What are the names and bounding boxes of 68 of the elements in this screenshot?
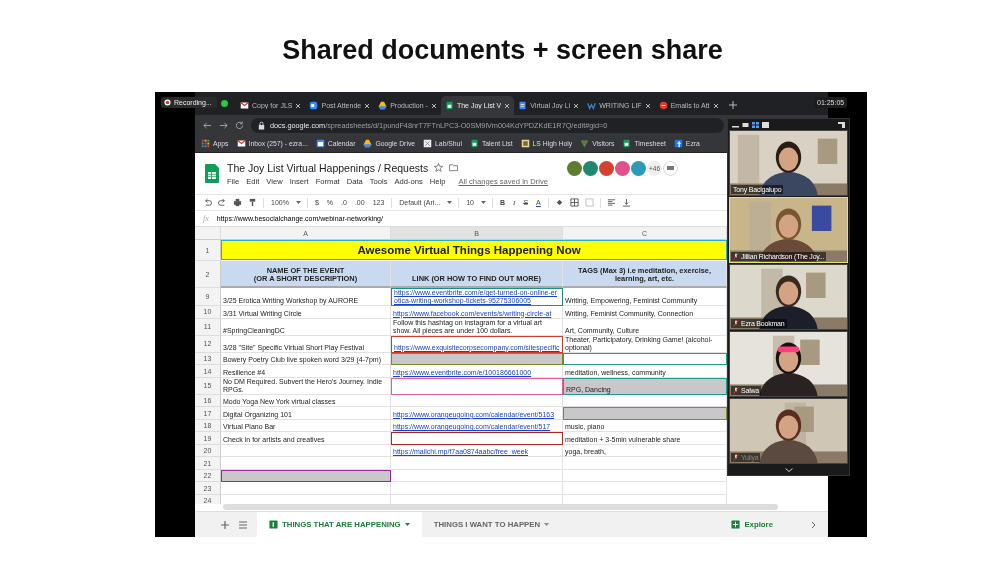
align-icon[interactable] <box>606 198 616 207</box>
tab-favicon-icon <box>518 101 528 110</box>
undo-icon[interactable] <box>203 198 212 207</box>
bookmark-favicon-icon <box>673 139 683 148</box>
close-icon[interactable] <box>644 102 651 109</box>
horizontal-scrollbar[interactable] <box>223 504 778 510</box>
explore-icon <box>731 520 741 529</box>
vertical-align-icon[interactable] <box>621 198 631 207</box>
record-icon <box>164 99 171 106</box>
zoom-window-icon[interactable] <box>221 100 228 107</box>
close-icon[interactable] <box>504 102 511 109</box>
gallery-view-icon[interactable] <box>752 121 759 128</box>
bookmark-favicon-icon <box>315 139 325 148</box>
add-sheet-icon[interactable] <box>221 520 229 529</box>
caret-icon <box>447 200 453 205</box>
caret-icon <box>544 522 550 527</box>
reload-icon[interactable] <box>235 120 244 130</box>
paint-format-icon[interactable] <box>248 198 257 207</box>
sheets-logo-icon <box>205 164 219 183</box>
chat-icon[interactable] <box>663 161 678 176</box>
chevron-down-icon[interactable] <box>784 468 793 472</box>
back-icon[interactable] <box>203 120 212 130</box>
tab-favicon-icon <box>658 101 668 110</box>
tab-favicon-icon <box>240 101 249 110</box>
lock-icon <box>257 120 266 130</box>
close-icon[interactable] <box>573 102 580 109</box>
fill-color-icon[interactable] <box>554 198 564 207</box>
close-icon[interactable] <box>712 102 719 109</box>
print-icon[interactable] <box>233 198 242 207</box>
tab-favicon-icon <box>309 101 319 110</box>
star-icon[interactable] <box>434 163 444 172</box>
viewer-avatar[interactable] <box>567 161 582 176</box>
sheet-icon <box>269 520 278 529</box>
bookmark-favicon-icon <box>236 139 246 148</box>
merge-cells-icon[interactable] <box>584 198 594 207</box>
banner-cell: Awesome Virtual Things Happening Now <box>221 240 727 260</box>
viewer-avatar[interactable] <box>615 161 630 176</box>
bookmark-favicon-icon <box>580 139 590 148</box>
document-title[interactable]: The Joy List Virtual Happenings / Requests <box>227 161 429 174</box>
close-icon[interactable] <box>430 102 437 109</box>
caret-icon <box>480 200 486 205</box>
bookmark-favicon-icon <box>201 139 210 148</box>
chevron-right-icon[interactable] <box>811 520 816 529</box>
window-view-icon[interactable] <box>762 121 769 128</box>
speaker-view-icon[interactable] <box>742 121 749 128</box>
viewer-avatar[interactable] <box>599 161 614 176</box>
exit-fullscreen-icon[interactable] <box>838 121 845 128</box>
tab-favicon-icon <box>587 101 597 110</box>
close-icon[interactable] <box>295 102 302 109</box>
bookmark-favicon-icon <box>469 139 479 148</box>
slide-title: Shared documents + screen share <box>282 34 723 66</box>
caret-icon <box>295 200 301 205</box>
redo-icon[interactable] <box>218 198 227 207</box>
folder-icon[interactable] <box>449 163 459 172</box>
close-icon[interactable] <box>364 102 371 109</box>
caret-icon <box>404 522 410 527</box>
borders-icon[interactable] <box>569 198 579 207</box>
bookmark-favicon-icon <box>363 139 373 148</box>
new-tab-icon[interactable] <box>728 101 737 109</box>
tab-favicon-icon <box>444 101 454 110</box>
tab-favicon-icon <box>378 101 388 110</box>
bookmark-favicon-icon <box>520 139 530 148</box>
viewer-avatar[interactable] <box>583 161 598 176</box>
forward-icon[interactable] <box>219 120 228 130</box>
viewer-avatar[interactable] <box>631 161 646 176</box>
bookmark-favicon-icon <box>622 139 632 148</box>
bookmark-favicon-icon <box>423 139 433 148</box>
formula-label: fx <box>203 214 209 223</box>
